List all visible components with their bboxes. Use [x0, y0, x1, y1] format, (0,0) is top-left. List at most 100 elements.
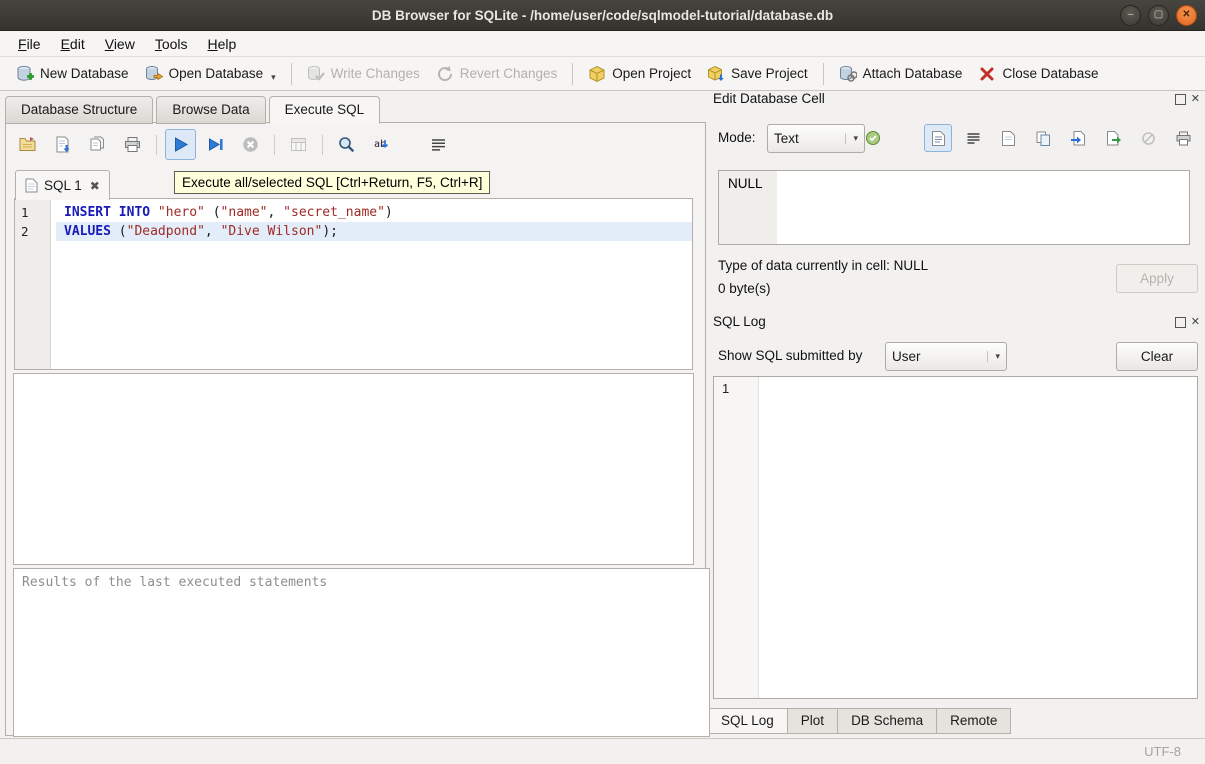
log-filter-combobox[interactable]: User ▾: [885, 342, 1007, 371]
copy-button[interactable]: [1029, 124, 1057, 152]
attach-database-button[interactable]: Attach Database: [831, 61, 971, 87]
auto-switch-mode-button[interactable]: [859, 124, 887, 152]
execute-all-button[interactable]: [165, 129, 196, 160]
sql-doc-tab-close-icon[interactable]: ✖: [90, 179, 100, 193]
save-project-label: Save Project: [731, 66, 808, 81]
menu-edit[interactable]: Edit: [51, 33, 95, 55]
right-dock: Edit Database Cell ✕ Mode: Text ▾: [705, 88, 1205, 738]
edit-cell-title: Edit Database Cell: [713, 91, 825, 106]
mode-combobox[interactable]: Text ▾: [767, 124, 865, 153]
sql-toolbar-separator: [322, 135, 323, 155]
edit-cell-dock-controls: ✕: [1175, 94, 1200, 105]
open-project-button[interactable]: Open Project: [580, 61, 699, 87]
menu-tools[interactable]: Tools: [145, 33, 198, 55]
sql-token: );: [322, 224, 338, 239]
apply-button: Apply: [1116, 264, 1198, 293]
code-row: 2 VALUES ("Deadpond", "Dive Wilson");: [15, 222, 692, 241]
main-tab-bar: Database Structure Browse Data Execute S…: [5, 96, 383, 124]
sql-token: ,: [205, 224, 221, 239]
window-controls: ‒ ▢ ✕: [1120, 5, 1197, 26]
execute-all-icon: [171, 135, 190, 154]
sql-token: "hero": [158, 205, 205, 220]
dock-tab-sql-log[interactable]: SQL Log: [707, 708, 788, 734]
code-line-1[interactable]: INSERT INTO "hero" ("name", "secret_name…: [56, 203, 692, 222]
sql-token: "name": [221, 205, 268, 220]
execute-tooltip: Execute all/selected SQL [Ctrl+Return, F…: [174, 171, 490, 194]
sql-editor[interactable]: 1 INSERT INTO "hero" ("name", "secret_na…: [14, 198, 693, 370]
write-changes-icon: [307, 65, 325, 83]
sql-doc-icon: [25, 178, 38, 193]
export-file-icon: [1105, 130, 1122, 147]
dock-tab-plot[interactable]: Plot: [788, 708, 838, 734]
open-in-editor-icon: [1000, 130, 1017, 147]
print-cell-button[interactable]: [1169, 124, 1197, 152]
close-database-button[interactable]: Close Database: [970, 61, 1106, 87]
open-database-icon: [145, 65, 163, 83]
cell-editor[interactable]: NULL: [718, 170, 1190, 245]
titlebar[interactable]: DB Browser for SQLite - /home/user/code/…: [0, 0, 1205, 31]
edit-cell-toolbar: [924, 124, 1197, 152]
code-row: 1 INSERT INTO "hero" ("name", "secret_na…: [15, 203, 692, 222]
menu-help[interactable]: Help: [198, 33, 247, 55]
chevron-down-icon: ▾: [987, 351, 1000, 362]
sql-doc-tab[interactable]: SQL 1 ✖: [15, 170, 110, 200]
word-wrap-button[interactable]: [959, 124, 987, 152]
float-icon[interactable]: [1175, 317, 1186, 328]
sql-log-gutter: [714, 377, 759, 698]
log-filter-value: User: [892, 349, 921, 364]
code-line-2[interactable]: VALUES ("Deadpond", "Dive Wilson");: [56, 222, 692, 241]
execute-line-button[interactable]: [200, 129, 231, 160]
attach-database-label: Attach Database: [863, 66, 963, 81]
log-line-number: 1: [722, 381, 729, 396]
text-view-button[interactable]: [924, 124, 952, 152]
float-icon[interactable]: [1175, 94, 1186, 105]
auto-complete-button[interactable]: ab: [366, 129, 397, 160]
encoding-indicator[interactable]: UTF-8: [1144, 744, 1181, 759]
import-file-button[interactable]: [1064, 124, 1092, 152]
dock-close-icon[interactable]: ✕: [1191, 94, 1200, 105]
open-sql-file-button[interactable]: [12, 129, 43, 160]
close-button[interactable]: ✕: [1176, 5, 1197, 26]
save-sql-file-as-button[interactable]: [82, 129, 113, 160]
word-wrap-button[interactable]: [423, 129, 454, 160]
find-button[interactable]: [331, 129, 362, 160]
dock-tab-bar: SQL Log Plot DB Schema Remote: [707, 708, 1011, 734]
menu-file[interactable]: File: [8, 33, 51, 55]
new-database-button[interactable]: New Database: [8, 61, 137, 87]
sql-log-title: SQL Log: [713, 314, 766, 329]
export-file-button[interactable]: [1099, 124, 1127, 152]
open-database-dropdown-icon[interactable]: ▾: [271, 72, 276, 83]
open-in-editor-button[interactable]: [994, 124, 1022, 152]
clear-log-button[interactable]: Clear: [1116, 342, 1198, 371]
window-title: DB Browser for SQLite - /home/user/code/…: [0, 8, 1205, 23]
write-changes-label: Write Changes: [331, 66, 420, 81]
app-window: DB Browser for SQLite - /home/user/code/…: [0, 0, 1205, 764]
copy-icon: [1035, 130, 1052, 147]
results-grid[interactable]: [13, 373, 694, 565]
sql-log-dock-controls: ✕: [1175, 317, 1200, 328]
tab-database-structure[interactable]: Database Structure: [5, 96, 153, 124]
cell-type-info: Type of data currently in cell: NULL: [718, 258, 928, 273]
word-wrap-icon: [965, 130, 982, 147]
sql-log-view[interactable]: 1: [713, 376, 1198, 699]
open-database-button[interactable]: Open Database ▾: [137, 61, 284, 87]
dock-tab-remote[interactable]: Remote: [937, 708, 1011, 734]
save-sql-file-button[interactable]: [47, 129, 78, 160]
sql-toolbar-separator: [156, 135, 157, 155]
chevron-down-icon: ▾: [845, 133, 858, 144]
menu-view[interactable]: View: [95, 33, 145, 55]
new-database-label: New Database: [40, 66, 129, 81]
tab-browse-data[interactable]: Browse Data: [156, 96, 265, 124]
statusbar: UTF-8: [0, 738, 1205, 764]
save-project-button[interactable]: Save Project: [699, 61, 816, 87]
toolbar-separator: [291, 63, 292, 85]
tab-execute-sql[interactable]: Execute SQL: [269, 96, 381, 124]
close-database-icon: [978, 65, 996, 83]
results-message-pane[interactable]: Results of the last executed statements: [13, 568, 710, 737]
print-button[interactable]: [117, 129, 148, 160]
dock-tab-db-schema[interactable]: DB Schema: [838, 708, 937, 734]
dock-close-icon[interactable]: ✕: [1191, 317, 1200, 328]
maximize-button[interactable]: ▢: [1148, 5, 1169, 26]
minimize-button[interactable]: ‒: [1120, 5, 1141, 26]
toolbar-separator: [823, 63, 824, 85]
